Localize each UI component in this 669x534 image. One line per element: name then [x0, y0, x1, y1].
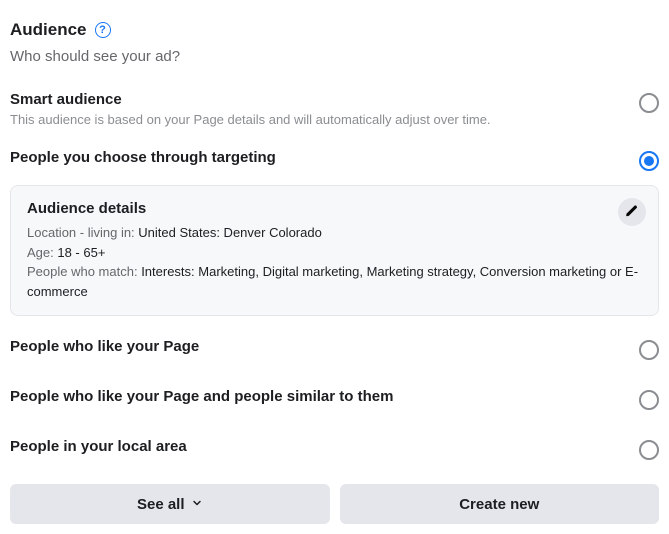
option-title: Smart audience: [10, 91, 627, 108]
option-title: People who like your Page and people sim…: [10, 388, 627, 405]
radio-smart[interactable]: [639, 93, 659, 113]
option-title: People who like your Page: [10, 338, 627, 355]
chevron-down-icon: [191, 496, 203, 513]
detail-location: Location - living in: United States: Den…: [27, 223, 642, 243]
radio-targeting[interactable]: [639, 151, 659, 171]
radio-like-page[interactable]: [639, 340, 659, 360]
detail-age: Age: 18 - 65+: [27, 243, 642, 263]
option-desc: This audience is based on your Page deta…: [10, 112, 627, 127]
page-title: Audience: [10, 20, 87, 40]
edit-button[interactable]: [618, 198, 646, 226]
option-targeting[interactable]: People you choose through targeting: [10, 145, 659, 175]
option-smart-audience[interactable]: Smart audience This audience is based on…: [10, 87, 659, 131]
create-new-label: Create new: [459, 496, 539, 513]
detail-match: People who match: Interests: Marketing, …: [27, 262, 642, 301]
option-like-page[interactable]: People who like your Page: [10, 334, 659, 364]
page-subtitle: Who should see your ad?: [10, 48, 659, 65]
pencil-icon: [625, 204, 639, 221]
audience-details-card: Audience details Location - living in: U…: [10, 185, 659, 316]
option-title: People in your local area: [10, 438, 627, 455]
see-all-label: See all: [137, 496, 185, 513]
create-new-button[interactable]: Create new: [340, 484, 660, 524]
see-all-button[interactable]: See all: [10, 484, 330, 524]
option-title: People you choose through targeting: [10, 149, 627, 166]
radio-like-similar[interactable]: [639, 390, 659, 410]
option-local[interactable]: People in your local area: [10, 434, 659, 464]
help-icon[interactable]: ?: [95, 22, 111, 38]
details-title: Audience details: [27, 200, 642, 217]
radio-local[interactable]: [639, 440, 659, 460]
option-like-similar[interactable]: People who like your Page and people sim…: [10, 384, 659, 414]
